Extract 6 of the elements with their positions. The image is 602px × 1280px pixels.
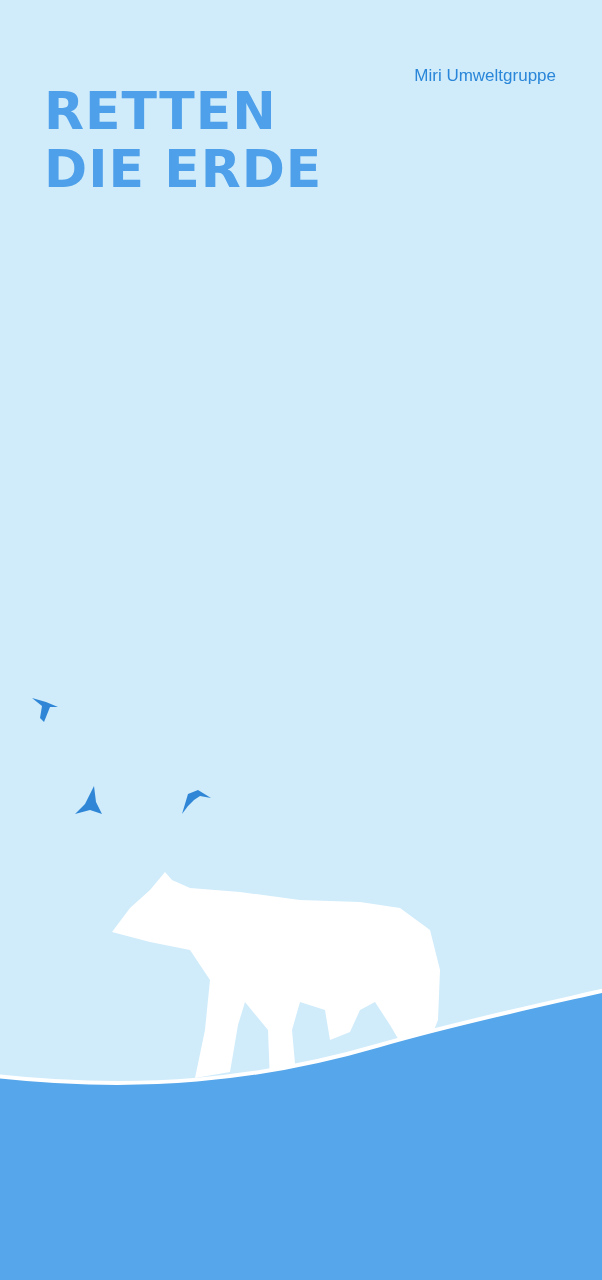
bird-icon (182, 790, 211, 814)
brand-name: Miri Umweltgruppe (414, 66, 556, 87)
bird-icon (75, 786, 102, 814)
headline-line: DIE ERDE (44, 140, 323, 198)
headline-line: RETTEN (44, 82, 278, 140)
bird-icon (32, 698, 58, 722)
